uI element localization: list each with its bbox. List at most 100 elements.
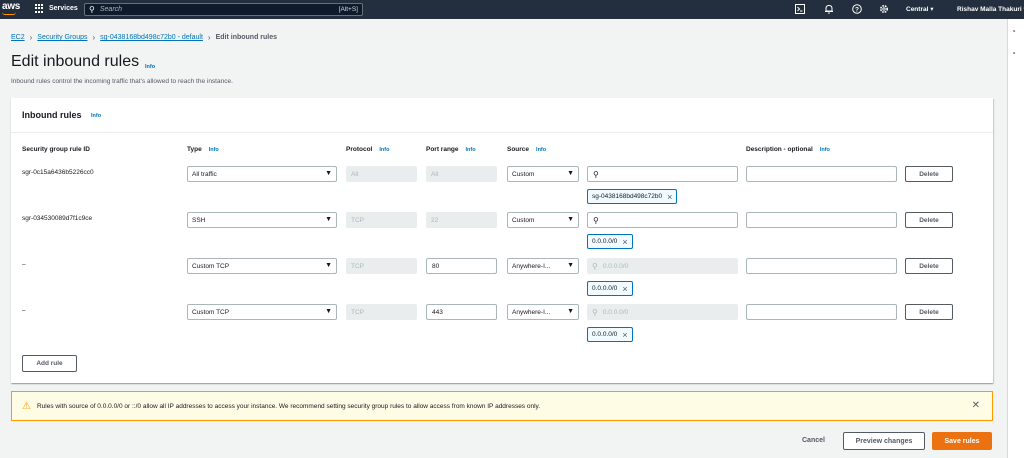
warning-text: Rules with source of 0.0.0.0/0 or ::/0 a… xyxy=(36,402,541,410)
column-header-protocol: Protocol Info xyxy=(346,146,390,153)
source-search-input: ⚲ 0.0.0.0/0 xyxy=(587,304,738,320)
aws-logo-smile xyxy=(2,12,16,15)
panel-toggle-icon[interactable]: ◔ xyxy=(1011,27,1016,36)
services-menu[interactable]: Services xyxy=(35,4,78,13)
user-menu[interactable]: Rishav Malla Thakuri ▾ xyxy=(957,5,1024,13)
port-range-input[interactable]: 443 xyxy=(426,304,497,320)
protocol-field: TCP xyxy=(346,304,417,320)
aws-logo[interactable]: aws xyxy=(2,1,20,12)
caret-down-icon: ▼ xyxy=(567,216,574,223)
port-range-field: All xyxy=(426,166,497,182)
page-subtitle: Inbound rules control the incoming traff… xyxy=(11,78,233,85)
column-header-description: Description - optional Info xyxy=(746,146,830,153)
protocol-field: TCP xyxy=(346,258,417,274)
type-select[interactable]: Custom TCP ▼ xyxy=(187,258,337,274)
column-header-type: Type Info xyxy=(187,146,219,153)
source-token: 0.0.0.0/0 × xyxy=(587,234,633,249)
region-selector[interactable]: Central ▾ xyxy=(906,5,933,13)
caret-down-icon: ▼ xyxy=(567,262,574,269)
panel-info-link[interactable]: Info xyxy=(91,113,101,119)
warning-icon: ⚠ xyxy=(22,400,31,412)
type-select[interactable]: SSH ▼ xyxy=(187,212,337,228)
caret-down-icon: ▼ xyxy=(567,308,574,315)
description-input[interactable] xyxy=(746,166,897,182)
search-input[interactable]: ⚲ Search [Alt+S] xyxy=(84,3,363,16)
description-info-link[interactable]: Info xyxy=(820,147,830,153)
source-select[interactable]: Custom ▼ xyxy=(507,212,579,228)
protocol-field: TCP xyxy=(346,212,417,228)
help-icon[interactable]: ? xyxy=(851,4,862,15)
protocol-field: All xyxy=(346,166,417,182)
port-range-field: 22 xyxy=(426,212,497,228)
svg-text:?: ? xyxy=(855,6,859,13)
source-search-input: ⚲ 0.0.0.0/0 xyxy=(587,258,738,274)
panel-divider xyxy=(11,132,993,133)
breadcrumb-current: Edit inbound rules xyxy=(215,34,278,41)
column-header-rule-id: Security group rule ID xyxy=(22,146,90,153)
port-range-input[interactable]: 80 xyxy=(426,258,497,274)
breadcrumb-ec2[interactable]: EC2 xyxy=(11,34,25,41)
gear-icon[interactable] xyxy=(878,4,889,15)
panel-title: Inbound rules xyxy=(22,110,82,120)
source-select[interactable]: Anywhere-I... ▼ xyxy=(507,304,579,320)
port-info-link[interactable]: Info xyxy=(466,147,476,153)
type-select[interactable]: All traffic ▼ xyxy=(187,166,337,182)
delete-button[interactable]: Delete xyxy=(905,258,953,274)
grid-icon xyxy=(35,4,44,13)
source-token: sg-0438168bd498c72b0 × xyxy=(587,189,678,204)
column-header-source: Source Info xyxy=(507,146,547,153)
caret-down-icon: ▼ xyxy=(325,308,332,315)
description-input[interactable] xyxy=(746,304,897,320)
cloudshell-icon[interactable] xyxy=(794,4,805,15)
search-placeholder: Search xyxy=(99,6,123,13)
bell-icon[interactable] xyxy=(823,4,834,15)
inbound-rules-panel: Inbound rules Info xyxy=(11,98,993,383)
source-search-input[interactable]: ⚲ xyxy=(587,212,738,228)
search-icon: ⚲ xyxy=(592,307,598,317)
rule-id: sgr-034530089d7f1c9ce xyxy=(22,215,93,222)
rule-id: – xyxy=(22,307,26,314)
panel-toggle-icon-2[interactable]: ◔ xyxy=(1011,49,1016,58)
caret-down-icon: ▼ xyxy=(325,170,332,177)
source-token: 0.0.0.0/0 × xyxy=(587,327,633,342)
breadcrumb: EC2 › Security Groups › sg-0438168bd498c… xyxy=(11,33,277,42)
source-select[interactable]: Anywhere-I... ▼ xyxy=(507,258,579,274)
breadcrumb-security-groups[interactable]: Security Groups xyxy=(37,34,87,41)
source-token: 0.0.0.0/0 × xyxy=(587,281,633,296)
search-icon: ⚲ xyxy=(592,261,598,271)
cancel-button[interactable]: Cancel xyxy=(802,437,825,444)
delete-button[interactable]: Delete xyxy=(905,166,953,182)
close-icon[interactable]: × xyxy=(667,192,672,202)
page-info-link[interactable]: Info xyxy=(145,64,155,70)
warning-alert: ⚠ Rules with source of 0.0.0.0/0 or ::/0… xyxy=(11,391,993,421)
source-search-input[interactable]: ⚲ xyxy=(587,166,738,182)
add-rule-button[interactable]: Add rule xyxy=(22,355,77,372)
type-info-link[interactable]: Info xyxy=(209,147,219,153)
search-icon: ⚲ xyxy=(89,5,95,14)
preview-changes-button[interactable]: Preview changes xyxy=(843,432,925,450)
top-navigation: aws Services ⚲ Search [Alt+S] ? Central … xyxy=(0,0,1024,19)
close-icon[interactable]: × xyxy=(622,330,627,340)
delete-button[interactable]: Delete xyxy=(905,304,953,320)
services-label: Services xyxy=(49,5,78,12)
close-icon[interactable]: ✕ xyxy=(972,400,980,411)
save-rules-button[interactable]: Save rules xyxy=(932,432,992,450)
type-select[interactable]: Custom TCP ▼ xyxy=(187,304,337,320)
chevron-right-icon: › xyxy=(29,33,33,42)
search-shortcut: [Alt+S] xyxy=(338,6,358,13)
breadcrumb-security-group[interactable]: sg-0438168bd498c72b0 - default xyxy=(100,34,203,41)
rule-id: sgr-0c15a6436b5226cc0 xyxy=(22,169,94,176)
close-icon[interactable]: × xyxy=(622,284,627,294)
protocol-info-link[interactable]: Info xyxy=(379,147,389,153)
close-icon[interactable]: × xyxy=(622,237,627,247)
search-icon: ⚲ xyxy=(593,215,599,225)
source-info-link[interactable]: Info xyxy=(536,147,546,153)
column-header-port-range: Port range Info xyxy=(426,146,476,153)
description-input[interactable] xyxy=(746,258,897,274)
chevron-right-icon: › xyxy=(207,33,211,42)
right-side-panel-strip: ◔ ◔ xyxy=(1007,19,1024,458)
description-input[interactable] xyxy=(746,212,897,228)
page-title: Edit inbound rules xyxy=(11,53,140,70)
source-select[interactable]: Custom ▼ xyxy=(507,166,579,182)
delete-button[interactable]: Delete xyxy=(905,212,953,228)
